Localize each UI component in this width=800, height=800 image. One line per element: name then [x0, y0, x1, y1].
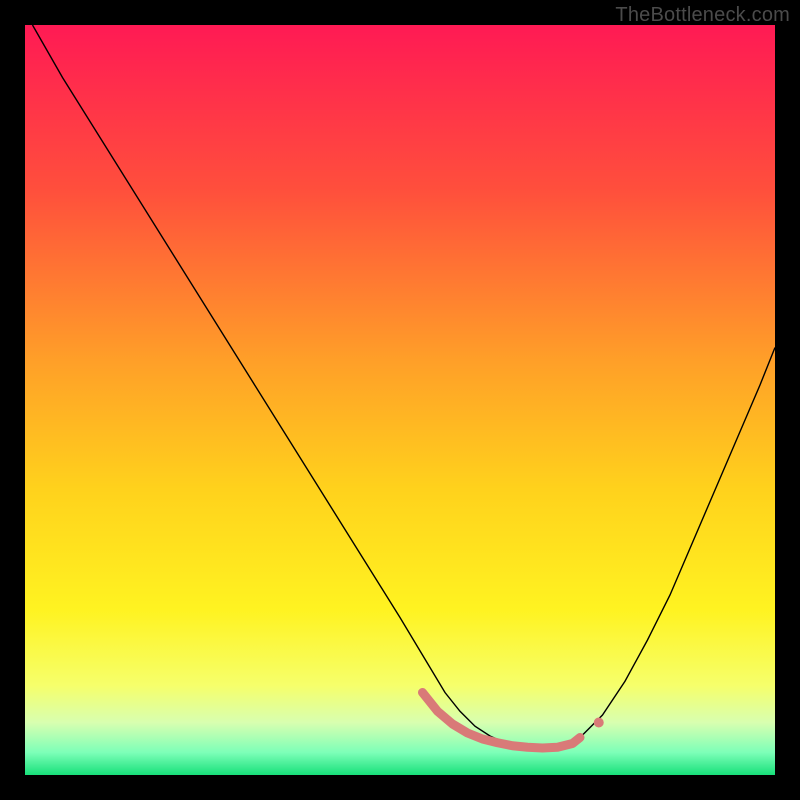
chart-stage: TheBottleneck.com: [0, 0, 800, 800]
plot-area: [25, 25, 775, 775]
chart-svg: [25, 25, 775, 775]
marker-highlight-dot: [594, 718, 604, 728]
marker-layer: [594, 718, 604, 728]
watermark-text: TheBottleneck.com: [615, 4, 790, 27]
gradient-background: [25, 25, 775, 775]
